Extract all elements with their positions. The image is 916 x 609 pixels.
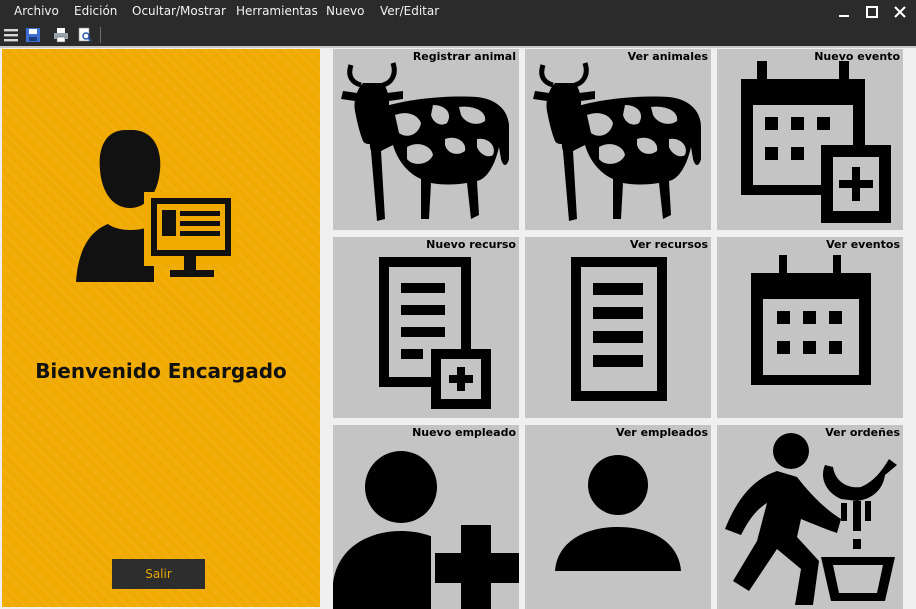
minimize-button[interactable]	[830, 0, 858, 24]
hamburger-menu-icon	[4, 29, 18, 42]
save-icon	[26, 28, 40, 42]
action-tiles-grid: Registrar animal Ver animales Nuevo even…	[320, 49, 916, 609]
tile-label: Nuevo recurso	[426, 238, 516, 251]
maximize-icon	[866, 6, 878, 18]
tile-nuevo-recurso[interactable]: Nuevo recurso	[333, 237, 519, 418]
menu-archivo[interactable]: Archivo	[14, 4, 59, 18]
tile-ver-recursos[interactable]: Ver recursos	[525, 237, 711, 418]
tile-ver-empleados[interactable]: Ver empleados	[525, 425, 711, 609]
welcome-heading: Bienvenido Encargado	[35, 359, 287, 383]
tile-nuevo-empleado[interactable]: Nuevo empleado	[333, 425, 519, 609]
menu-ver-editar[interactable]: Ver/Editar	[380, 4, 439, 18]
tile-label: Nuevo empleado	[412, 426, 516, 439]
cow-icon	[533, 62, 701, 221]
print-preview-icon	[78, 27, 92, 42]
menu-ocultar-mostrar[interactable]: Ocultar/Mostrar	[132, 4, 226, 18]
milking-icon	[725, 433, 897, 605]
tile-registrar-animal[interactable]: Registrar animal	[333, 49, 519, 230]
calendar-add-icon	[741, 61, 891, 223]
tile-ver-ordenes[interactable]: Ver ordeñes	[717, 425, 903, 609]
welcome-panel: Bienvenido Encargado Salir	[2, 49, 320, 607]
tile-label: Ver empleados	[615, 426, 708, 439]
user-icon	[555, 455, 681, 571]
menu-bar: Archivo Edición Ocultar/Mostrar Herramie…	[0, 0, 916, 24]
menu-toggle-button[interactable]	[2, 26, 20, 44]
calendar-icon	[751, 255, 871, 385]
document-add-icon	[379, 257, 491, 409]
tile-nuevo-evento[interactable]: Nuevo evento	[717, 49, 903, 230]
tile-label: Ver recursos	[630, 238, 708, 251]
tile-ver-animales[interactable]: Ver animales	[525, 49, 711, 230]
document-list-icon	[571, 257, 667, 401]
menu-herramientas[interactable]: Herramientas	[236, 4, 318, 18]
toolbar-separator	[100, 27, 101, 43]
tile-label: Nuevo evento	[814, 50, 900, 63]
tile-label: Ver ordeñes	[825, 426, 900, 439]
user-add-icon	[333, 451, 519, 609]
tile-label: Ver eventos	[826, 238, 900, 251]
print-icon	[54, 28, 68, 43]
exit-button[interactable]: Salir	[112, 559, 205, 589]
print-preview-button[interactable]	[76, 26, 94, 44]
toolbar	[0, 24, 916, 48]
close-icon	[894, 6, 906, 18]
close-button[interactable]	[886, 0, 914, 24]
menu-nuevo[interactable]: Nuevo	[326, 4, 364, 18]
print-button[interactable]	[52, 26, 70, 44]
cow-icon	[341, 62, 509, 221]
menu-edicion[interactable]: Edición	[74, 4, 117, 18]
tile-label: Registrar animal	[412, 50, 516, 63]
tile-ver-eventos[interactable]: Ver eventos	[717, 237, 903, 418]
tile-label: Ver animales	[627, 50, 708, 63]
save-button[interactable]	[24, 26, 42, 44]
user-computer-icon	[76, 130, 236, 282]
maximize-button[interactable]	[858, 0, 886, 24]
minimize-icon	[839, 15, 849, 17]
